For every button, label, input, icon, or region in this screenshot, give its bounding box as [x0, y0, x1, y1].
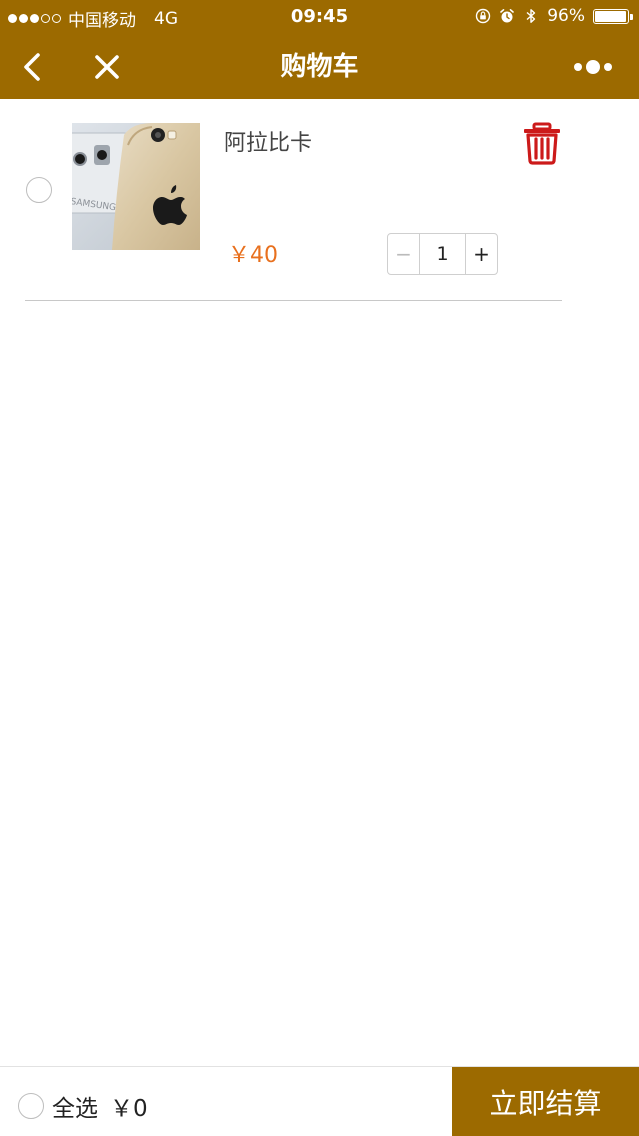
quantity-stepper: − 1 + [387, 233, 498, 275]
product-image[interactable]: SAMSUNG [72, 123, 200, 250]
select-all-label: 全选 [52, 1096, 98, 1122]
bottom-bar: 全选 ￥0 立即结算 [0, 1066, 639, 1136]
cart-page: 中国移动 4G 09:45 96% 购物车 SAMSUNG 阿拉比卡 ￥40 −… [0, 0, 639, 1136]
delete-icon[interactable] [520, 121, 564, 165]
status-right: 96% [475, 6, 633, 26]
product-price: ￥40 [228, 243, 278, 268]
status-bar: 中国移动 4G 09:45 96% [0, 0, 639, 34]
product-name[interactable]: 阿拉比卡 [224, 125, 312, 157]
header: 中国移动 4G 09:45 96% 购物车 [0, 0, 639, 99]
decrease-quantity-button[interactable]: − [388, 234, 420, 274]
cart-item: SAMSUNG 阿拉比卡 ￥40 − 1 + [0, 99, 639, 302]
quantity-value[interactable]: 1 [420, 234, 465, 274]
select-all-radio[interactable] [18, 1093, 44, 1119]
battery-percent: 96% [547, 6, 585, 26]
item-divider [25, 300, 562, 301]
alarm-icon [500, 9, 515, 23]
checkout-button[interactable]: 立即结算 [452, 1067, 639, 1136]
orientation-lock-icon [476, 8, 491, 24]
select-all[interactable]: 全选 [18, 1089, 98, 1123]
battery-level [595, 10, 626, 22]
battery-icon [593, 8, 633, 24]
bluetooth-icon [526, 9, 536, 23]
item-select-radio[interactable] [26, 177, 52, 203]
total-price: ￥0 [110, 1096, 148, 1122]
nav-bar: 购物车 [0, 34, 639, 99]
increase-quantity-button[interactable]: + [465, 234, 497, 274]
more-options-button[interactable] [573, 56, 615, 78]
page-title: 购物车 [280, 52, 359, 82]
